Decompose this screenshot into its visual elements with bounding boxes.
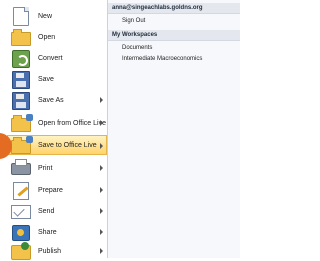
submenu-arrow-icon xyxy=(100,229,103,235)
workspace-item-intermediate-macroeconomics[interactable]: Intermediate Macroeconomics xyxy=(108,54,240,65)
publish-icon xyxy=(11,242,31,260)
save-as-icon xyxy=(11,91,31,110)
menu-item-print[interactable]: Print xyxy=(8,158,106,178)
menu-item-prepare[interactable]: Prepare xyxy=(8,180,106,200)
menu-item-label: Open xyxy=(38,33,56,41)
menu-item-share[interactable]: Share xyxy=(8,222,106,242)
office-menu-screen: New Open Convert Save Save As Open from … xyxy=(0,0,240,261)
submenu-arrow-icon xyxy=(100,120,103,126)
menu-item-save[interactable]: Save xyxy=(8,69,106,89)
convert-icon xyxy=(11,49,31,68)
menu-item-send[interactable]: Send xyxy=(8,201,106,221)
menu-item-convert[interactable]: Convert xyxy=(8,48,106,68)
menu-item-save-as[interactable]: Save As xyxy=(8,90,106,110)
menu-item-label: Publish xyxy=(38,247,61,255)
save-icon xyxy=(11,70,31,89)
menu-item-new[interactable]: New xyxy=(8,6,106,26)
menu-item-label: Print xyxy=(38,164,53,172)
submenu-arrow-icon xyxy=(100,165,103,171)
send-icon xyxy=(11,202,31,220)
sign-out-link[interactable]: Sign Out xyxy=(108,16,240,27)
menu-item-save-to-office-live[interactable]: Save to Office Live xyxy=(7,135,107,155)
menu-item-open-from-office-live[interactable]: Open from Office Live xyxy=(8,113,106,133)
menu-item-label: Send xyxy=(38,207,55,215)
print-icon xyxy=(11,159,31,177)
menu-item-open[interactable]: Open xyxy=(8,27,106,47)
submenu-arrow-icon xyxy=(100,248,103,254)
open-office-live-icon xyxy=(11,114,33,132)
office-live-submenu: anna@singeachlabs.goldns.org Sign Out My… xyxy=(108,0,240,258)
save-office-live-icon xyxy=(11,136,33,154)
submenu-arrow-icon xyxy=(100,143,103,149)
submenu-arrow-icon xyxy=(100,208,103,214)
prepare-icon xyxy=(11,181,31,200)
menu-item-label: Open from Office Live xyxy=(38,119,106,127)
new-document-icon xyxy=(11,7,31,26)
menu-item-publish[interactable]: Publish xyxy=(8,241,106,261)
submenu-arrow-icon xyxy=(100,187,103,193)
menu-item-label: Save to Office Live xyxy=(38,141,97,149)
submenu-arrow-icon xyxy=(100,97,103,103)
workspaces-header: My Workspaces xyxy=(108,30,240,41)
open-folder-icon xyxy=(11,28,31,46)
menu-item-label: Share xyxy=(38,228,57,236)
menu-item-label: Save As xyxy=(38,96,64,104)
menu-item-label: Prepare xyxy=(38,186,63,194)
office-button-menu: New Open Convert Save Save As Open from … xyxy=(0,0,108,261)
menu-item-label: New xyxy=(38,12,53,20)
workspace-item-documents[interactable]: Documents xyxy=(108,43,240,54)
account-header: anna@singeachlabs.goldns.org xyxy=(108,3,240,14)
menu-item-label: Convert xyxy=(38,54,63,62)
menu-item-label: Save xyxy=(38,75,54,83)
share-icon xyxy=(11,223,31,241)
